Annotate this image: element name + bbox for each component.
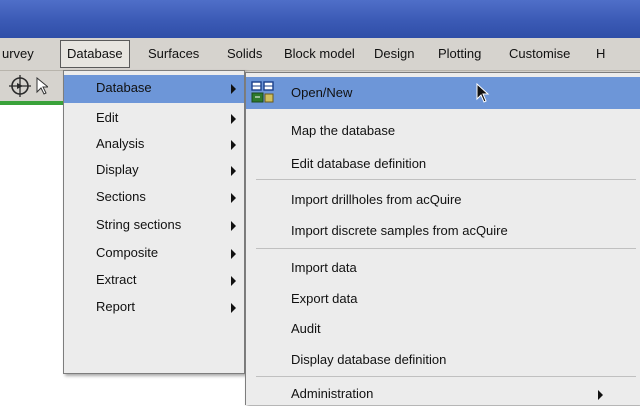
menu-item-string-sections[interactable]: String sections (64, 214, 244, 238)
target-tool-icon[interactable] (8, 74, 32, 98)
submenu-arrow-icon (231, 166, 236, 176)
menu-item-label: Display (96, 162, 139, 177)
submenu-arrow-icon (231, 193, 236, 203)
submenu-arrow-icon (231, 140, 236, 150)
menu-help[interactable]: H (590, 38, 611, 70)
menu-bar: urvey Database Surfaces Solids Block mod… (0, 38, 640, 71)
submenu-item-import-drillholes[interactable]: Import drillholes from acQuire (246, 188, 640, 212)
menu-item-report[interactable]: Report (64, 296, 244, 320)
submenu-arrow-icon (231, 276, 236, 286)
menu-item-label: Composite (96, 245, 159, 260)
submenu-arrow-icon (231, 221, 236, 231)
menu-item-edit[interactable]: Edit (64, 107, 244, 131)
menu-item-label: Import drillholes from acQuire (291, 192, 462, 207)
menu-item-label: Audit (291, 321, 321, 336)
menu-surfaces[interactable]: Surfaces (142, 38, 205, 70)
submenu-arrow-icon (598, 390, 603, 400)
submenu-item-export-data[interactable]: Export data (246, 287, 640, 311)
menu-item-composite[interactable]: Composite (64, 242, 244, 266)
menu-item-label: Sections (96, 189, 146, 204)
menu-item-extract[interactable]: Extract (64, 269, 244, 293)
menu-item-label: Open/New (291, 85, 353, 100)
select-tool-icon[interactable] (36, 76, 50, 95)
submenu-item-display-definition[interactable]: Display database definition (246, 348, 640, 372)
mouse-cursor-icon (476, 82, 490, 103)
menu-item-label: Import discrete samples from acQuire (291, 223, 508, 238)
submenu-arrow-icon (231, 303, 236, 313)
menu-item-label: Export data (291, 291, 358, 306)
menu-separator (256, 179, 636, 180)
menu-item-label: Import data (291, 260, 357, 275)
menu-item-label: Edit database definition (291, 156, 427, 171)
menu-item-display[interactable]: Display (64, 159, 244, 183)
submenu-item-edit-definition[interactable]: Edit database definition (246, 152, 640, 176)
menu-item-label: Analysis (96, 136, 145, 151)
submenu-item-import-discrete-samples[interactable]: Import discrete samples from acQuire (246, 219, 640, 243)
menu-item-label: Database (96, 80, 152, 95)
menu-item-label: Extract (96, 272, 137, 287)
menu-database[interactable]: Database (60, 40, 130, 68)
menu-design[interactable]: Design (368, 38, 420, 70)
menu-item-sections[interactable]: Sections (64, 186, 244, 210)
submenu-arrow-icon (231, 249, 236, 259)
menu-separator (256, 376, 636, 377)
database-open-icon (251, 80, 275, 106)
menu-solids[interactable]: Solids (221, 38, 268, 70)
database-submenu: Open/New Map the database Edit database … (245, 72, 640, 405)
database-dropdown-menu: Database Edit Analysis Display Sections … (63, 70, 245, 374)
submenu-item-map-database[interactable]: Map the database (246, 119, 640, 143)
submenu-item-import-data[interactable]: Import data (246, 256, 640, 280)
menu-item-label: Administration (291, 386, 374, 401)
submenu-arrow-icon (231, 114, 236, 124)
menu-item-label: Report (96, 299, 136, 314)
submenu-item-audit[interactable]: Audit (246, 317, 640, 341)
menu-block-model[interactable]: Block model (278, 38, 361, 70)
menu-plotting[interactable]: Plotting (432, 38, 487, 70)
menu-customise[interactable]: Customise (503, 38, 576, 70)
menu-item-label: Edit (96, 110, 119, 125)
menu-survey[interactable]: urvey (0, 38, 40, 70)
menu-item-database[interactable]: Database (64, 75, 244, 103)
menu-item-label: Display database definition (291, 352, 447, 367)
menu-item-label: Map the database (291, 123, 396, 138)
submenu-item-open-new[interactable]: Open/New (246, 77, 640, 109)
title-bar (0, 0, 640, 38)
submenu-item-administration[interactable]: Administration (246, 382, 640, 406)
menu-item-analysis[interactable]: Analysis (64, 133, 244, 157)
menu-separator (256, 248, 636, 249)
submenu-arrow-icon (231, 84, 236, 94)
menu-item-label: String sections (96, 217, 182, 232)
